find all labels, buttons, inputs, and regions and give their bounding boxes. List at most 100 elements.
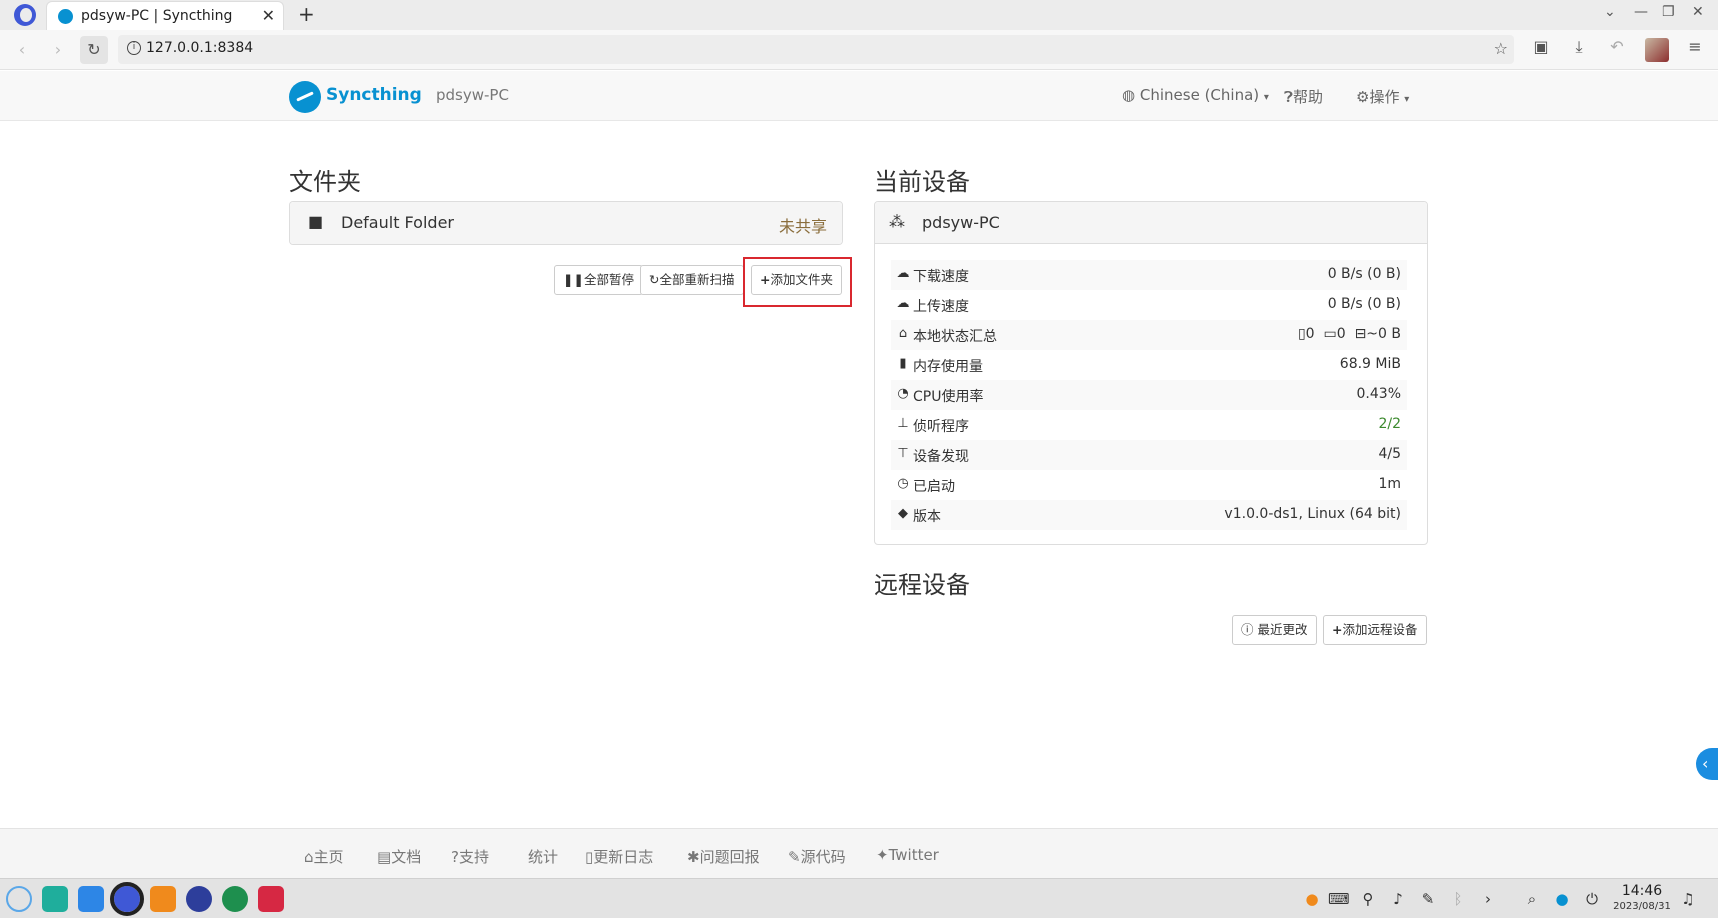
volume-icon[interactable]: ♪ xyxy=(1388,890,1408,908)
syncthing-tray-icon[interactable]: ● xyxy=(1552,890,1572,908)
sync-app-icon[interactable] xyxy=(222,886,248,912)
brand-name[interactable]: Syncthing xyxy=(326,85,422,105)
help-menu[interactable]: ❓︎帮助 xyxy=(1284,86,1323,107)
twitter-icon: ✦ xyxy=(876,846,889,864)
hdd-icon: ⊟ xyxy=(1354,326,1367,342)
footer-home-label: 主页 xyxy=(313,848,344,866)
keyboard-icon[interactable]: ⌨ xyxy=(1328,890,1350,908)
listeners-value[interactable]: 2/2 xyxy=(1378,416,1401,432)
recent-changes-button[interactable]: ⓘ 最近更改 xyxy=(1232,615,1317,645)
listeners-row: ⊥ 侦听程序 2/2 xyxy=(891,410,1407,440)
url-text[interactable]: 127.0.0.1:8384 xyxy=(146,40,253,56)
browser-tab-strip: pdsyw-PC | Syncthing ✕ + ⌄ — ❐ ✕ xyxy=(0,0,1718,30)
footer-link-twitter[interactable]: ✦Twitter xyxy=(876,846,939,864)
pause-all-label: 全部暂停 xyxy=(583,272,634,287)
uptime-label: 已启动 xyxy=(913,479,955,495)
discovery-value[interactable]: 4/5 xyxy=(1378,446,1401,462)
bluetooth-icon[interactable]: ᛒ xyxy=(1448,890,1468,908)
tab-close-icon[interactable]: ✕ xyxy=(262,6,275,25)
tab-title: pdsyw-PC | Syncthing xyxy=(81,8,233,24)
power-icon[interactable]: ⏻ xyxy=(1582,890,1602,908)
question-circle-icon: ? xyxy=(451,848,459,866)
rescan-all-label: 全部重新扫描 xyxy=(659,272,735,287)
terminal-app-icon[interactable] xyxy=(258,886,284,912)
question-circle-icon: ❓︎ xyxy=(1284,88,1294,106)
settings-app-icon[interactable] xyxy=(186,886,212,912)
folder-status: 未共享 xyxy=(778,217,827,236)
download-icon[interactable]: ⤓ xyxy=(1568,36,1590,58)
user-avatar[interactable] xyxy=(1645,38,1669,62)
browser-logo-icon[interactable] xyxy=(14,4,36,26)
footer-link-stats[interactable]: 统计 xyxy=(528,846,558,867)
address-bar[interactable]: i 127.0.0.1:8384 ☆ xyxy=(118,35,1514,64)
syncthing-logo-icon[interactable] xyxy=(289,81,321,113)
add-remote-device-label: 添加远程设备 xyxy=(1342,622,1418,637)
restore-icon[interactable]: ❐ xyxy=(1662,4,1675,20)
signpost-icon: ⊤ xyxy=(897,446,909,461)
undo-icon[interactable]: ↶ xyxy=(1606,36,1628,58)
footer-link-bugs[interactable]: ✱问题回报 xyxy=(687,846,760,867)
footer: ⌂主页 ▤文档 ?支持 统计 ▯更新日志 ✱问题回报 ✎源代码 ✦Twitter xyxy=(0,828,1718,878)
footer-link-changelog[interactable]: ▯更新日志 xyxy=(585,846,653,867)
uptime-row: ◷ 已启动 1m xyxy=(891,470,1407,500)
actions-menu[interactable]: ⚙操作 ▾ xyxy=(1356,86,1409,107)
footer-link-support[interactable]: ?支持 xyxy=(451,846,489,867)
app-store-icon[interactable] xyxy=(78,886,104,912)
download-rate-label: 下载速度 xyxy=(913,269,969,285)
bookmark-star-icon[interactable]: ☆ xyxy=(1494,39,1508,58)
navbar-device-name: pdsyw-PC xyxy=(436,86,509,104)
ram-usage-value: 68.9 MiB xyxy=(1339,356,1401,372)
local-files-count: 0 xyxy=(1305,326,1315,342)
clock-time[interactable]: 14:46 xyxy=(1614,883,1670,899)
os-taskbar: ● ⌨ ⚲ ♪ ✎ ᛒ › ⌕ ● ⏻ 14:46 2023/08/31 ♫ xyxy=(0,878,1718,918)
footer-link-source[interactable]: ✎源代码 xyxy=(788,846,846,867)
actions-label: 操作 xyxy=(1369,88,1400,106)
rescan-all-button[interactable]: ↻全部重新扫描 xyxy=(640,265,744,295)
folder-outline-icon: ▭ xyxy=(1323,326,1337,342)
folder-icon: ■ xyxy=(308,212,324,231)
tray-expand-icon[interactable]: › xyxy=(1478,890,1498,908)
download-rate-row: ☁ 下载速度 0 B/s (0 B) xyxy=(891,260,1407,290)
help-label: 帮助 xyxy=(1293,88,1324,106)
launcher-icon[interactable] xyxy=(6,886,32,912)
usb-icon[interactable]: ⚲ xyxy=(1358,890,1378,908)
side-panel-toggle-icon[interactable]: ‹ xyxy=(1696,748,1718,780)
browser-app-icon[interactable] xyxy=(110,882,144,916)
clock-icon: ◷ xyxy=(897,476,909,491)
upload-rate-value: 0 B/s (0 B) xyxy=(1327,296,1401,312)
forward-icon[interactable]: › xyxy=(44,36,72,64)
browser-tab[interactable]: pdsyw-PC | Syncthing ✕ xyxy=(46,1,284,30)
site-info-icon[interactable]: i xyxy=(127,41,141,55)
back-icon[interactable]: ‹ xyxy=(8,36,36,64)
syncthing-favicon-icon xyxy=(58,9,73,24)
new-tab-button[interactable]: + xyxy=(298,2,315,26)
window-close-icon[interactable]: ✕ xyxy=(1692,4,1704,20)
footer-link-docs[interactable]: ▤文档 xyxy=(377,846,421,867)
pen-icon[interactable]: ✎ xyxy=(1418,890,1438,908)
folder-name[interactable]: Default Folder xyxy=(341,213,454,232)
notification-bell-icon[interactable]: ♫ xyxy=(1678,890,1698,908)
this-device-title: 当前设备 xyxy=(874,168,970,196)
caret-down-icon: ▾ xyxy=(1404,94,1410,105)
collections-icon[interactable]: ▣ xyxy=(1530,36,1552,58)
cloud-upload-icon: ☁ xyxy=(896,296,910,311)
footer-link-home[interactable]: ⌂主页 xyxy=(304,846,344,867)
add-remote-device-button[interactable]: +添加远程设备 xyxy=(1323,615,1427,645)
reload-icon[interactable]: ↻ xyxy=(80,36,108,64)
input-method-icon[interactable]: ● xyxy=(1302,890,1322,908)
discovery-row: ⊤ 设备发现 4/5 xyxy=(891,440,1407,470)
pause-all-button[interactable]: ❚❚全部暂停 xyxy=(554,265,643,295)
clock-date[interactable]: 2023/08/31 xyxy=(1610,901,1674,912)
search-icon[interactable]: ⌕ xyxy=(1522,890,1542,908)
folder-panel-default[interactable]: ■ Default Folder 未共享 xyxy=(289,201,843,245)
browser-toolbar: ‹ › ↻ i 127.0.0.1:8384 ☆ ▣ ⤓ ↶ ≡ xyxy=(0,30,1718,70)
language-menu[interactable]: ◍ Chinese (China) ▾ xyxy=(1122,86,1269,104)
tab-list-chevron-icon[interactable]: ⌄ xyxy=(1604,4,1616,20)
local-state-row: ⌂ 本地状态汇总 ▯0 ▭0 ⊟~0 B xyxy=(891,320,1407,350)
archive-app-icon[interactable] xyxy=(150,886,176,912)
this-device-header[interactable]: ⁂ pdsyw-PC xyxy=(875,202,1427,244)
file-manager-icon[interactable] xyxy=(42,886,68,912)
minimize-icon[interactable]: — xyxy=(1634,4,1648,20)
menu-icon[interactable]: ≡ xyxy=(1684,36,1706,58)
cpu-usage-value: 0.43% xyxy=(1356,386,1401,402)
